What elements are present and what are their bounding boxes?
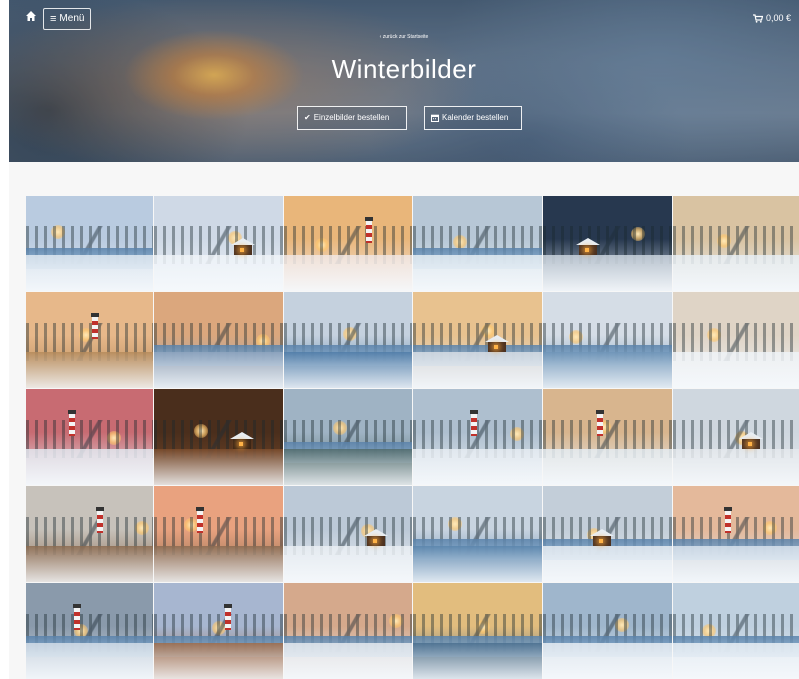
cart-icon <box>752 13 763 23</box>
snow-ground <box>543 448 672 485</box>
menu-button[interactable]: ≡ Menü <box>43 8 92 30</box>
snow-ground <box>543 642 672 679</box>
calendar-icon <box>431 114 439 122</box>
gallery-image-lighthouse-pink-sky[interactable] <box>26 389 153 485</box>
gallery-image-lighthouse-dusk-shore[interactable] <box>154 583 283 679</box>
gallery-image-cozy-fireplace-interior[interactable] <box>154 389 283 485</box>
order-calendar-button[interactable]: Kalender bestellen <box>424 106 522 130</box>
snow-ground <box>673 642 799 679</box>
gallery-image-lighthouse-rocky-coast[interactable] <box>26 292 153 388</box>
snow-ground <box>413 448 542 485</box>
lighthouse <box>96 506 105 533</box>
snow-ground <box>284 351 412 388</box>
snow-ground <box>543 545 672 582</box>
snow-ground <box>284 545 412 582</box>
back-to-home-link[interactable]: ‹ zurück zur Startseite <box>9 34 799 41</box>
snow-ground <box>26 545 153 582</box>
lighthouse <box>73 603 82 630</box>
gallery-image-lake-sunset-forest[interactable] <box>154 292 283 388</box>
gallery-image-lighthouse-red-white-coast[interactable] <box>543 389 672 485</box>
window-glow <box>493 344 498 349</box>
snow-ground <box>154 448 283 485</box>
snow-ground <box>284 254 412 291</box>
snow-ground <box>26 448 153 485</box>
lighthouse <box>68 409 77 436</box>
lighthouse <box>470 409 479 436</box>
window-glow <box>599 538 604 543</box>
order-single-images-button[interactable]: ✔ Einzelbilder bestellen <box>297 106 407 130</box>
cart-total: 0,00 € <box>765 13 791 23</box>
page-title: Winterbilder <box>331 54 477 84</box>
gallery-image-snowy-forest-river[interactable] <box>26 196 153 291</box>
gallery-image-village-street-night[interactable] <box>543 196 672 291</box>
order-single-images-label: Einzelbilder bestellen <box>313 113 390 122</box>
checkmark-icon: ✔ <box>304 113 311 122</box>
page: ≡ Menü 0,00 € ‹ zurück zur Startseite Wi… <box>9 0 799 679</box>
gallery-image-golden-trees-lake[interactable] <box>413 583 542 679</box>
gallery-image-cabin-autumn-snow[interactable] <box>673 389 799 485</box>
snow-ground <box>154 642 283 679</box>
gallery-image-lighthouse-cloudy-cliff[interactable] <box>26 486 153 582</box>
lighthouse <box>364 216 373 243</box>
gallery-image-snowy-forest-cabin-glow[interactable] <box>284 486 412 582</box>
hamburger-icon: ≡ <box>50 13 57 25</box>
image-gallery-grid <box>26 196 799 679</box>
gallery-image-mountain-lake-autumn[interactable] <box>284 583 412 679</box>
window-glow <box>373 538 378 543</box>
gallery-image-lighthouse-sunset-snow[interactable] <box>284 196 412 291</box>
hero-banner: ≡ Menü 0,00 € ‹ zurück zur Startseite Wi… <box>9 0 799 162</box>
snow-ground <box>26 254 153 291</box>
snow-ground <box>284 448 412 485</box>
snow-ground <box>673 351 799 388</box>
gallery-image-snowy-mountain-valley[interactable] <box>673 292 799 388</box>
gallery-image-forest-cabin-lake[interactable] <box>413 292 542 388</box>
menu-button-label: Menü <box>59 13 85 24</box>
window-glow <box>238 441 243 446</box>
gallery-image-boats-lighthouse-harbor[interactable] <box>673 486 799 582</box>
gallery-image-lighthouse-stormy-sea[interactable] <box>26 583 153 679</box>
gallery-image-lighthouse-snowy-rocks[interactable] <box>413 389 542 485</box>
home-icon[interactable] <box>23 10 39 26</box>
cart-button[interactable]: 0,00 € <box>752 11 791 25</box>
lighthouse <box>596 409 605 436</box>
lighthouse <box>724 506 733 533</box>
lighthouse <box>223 603 232 630</box>
gallery-image-snowy-bay-rocks[interactable] <box>413 196 542 291</box>
snow-ground <box>413 545 542 582</box>
home-icon-glyph <box>26 11 36 21</box>
gallery-image-frozen-river-sunset[interactable] <box>543 583 672 679</box>
order-calendar-label: Kalender bestellen <box>442 113 509 122</box>
gallery-image-snowy-branches-cabin[interactable] <box>154 196 283 291</box>
gallery-image-winter-lake-sunburst[interactable] <box>284 292 412 388</box>
snow-ground <box>413 254 542 291</box>
window-glow <box>239 248 244 253</box>
lighthouse <box>91 312 100 339</box>
snow-ground <box>673 254 799 291</box>
gallery-image-lighthouse-path-sunset[interactable] <box>154 486 283 582</box>
gallery-image-frozen-lake-trees[interactable] <box>543 292 672 388</box>
snow-ground <box>673 448 799 485</box>
snow-ground <box>284 642 412 679</box>
gallery-image-mountain-forest-sunrise[interactable] <box>673 196 799 291</box>
snow-ground <box>413 351 542 388</box>
gallery-image-snowy-branches-cabin-lake[interactable] <box>543 486 672 582</box>
gallery-image-forest-lake-mirror[interactable] <box>284 389 412 485</box>
snow-ground <box>543 254 672 291</box>
snow-ground <box>26 351 153 388</box>
snow-ground <box>673 545 799 582</box>
snow-ground <box>154 254 283 291</box>
gallery-image-icicles-frozen-water[interactable] <box>673 583 799 679</box>
window-glow <box>585 248 590 253</box>
snow-ground <box>413 642 542 679</box>
snow-ground <box>26 642 153 679</box>
window-glow <box>747 441 752 446</box>
snow-ground <box>154 545 283 582</box>
lighthouse <box>195 506 204 533</box>
snow-ground <box>154 351 283 388</box>
snow-ground <box>543 351 672 388</box>
gallery-image-frosted-trees-river[interactable] <box>413 486 542 582</box>
